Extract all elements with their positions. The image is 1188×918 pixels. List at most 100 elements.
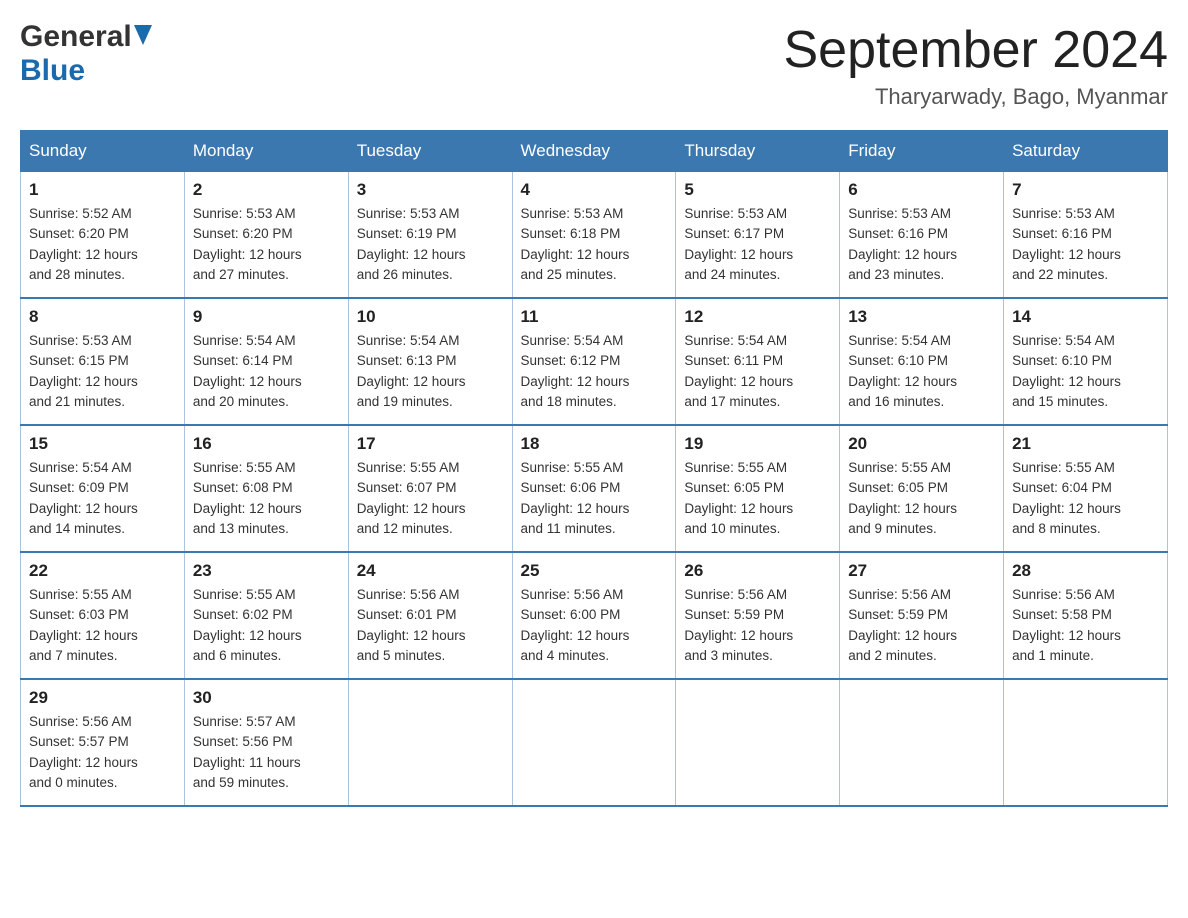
table-row: 1 Sunrise: 5:52 AM Sunset: 6:20 PM Dayli… [21,172,185,299]
day-number: 21 [1012,434,1159,454]
col-wednesday: Wednesday [512,131,676,172]
calendar-week-row: 1 Sunrise: 5:52 AM Sunset: 6:20 PM Dayli… [21,172,1168,299]
table-row: 11 Sunrise: 5:54 AM Sunset: 6:12 PM Dayl… [512,298,676,425]
day-number: 27 [848,561,995,581]
table-row [676,679,840,806]
day-info: Sunrise: 5:55 AM Sunset: 6:02 PM Dayligh… [193,585,340,666]
day-info: Sunrise: 5:54 AM Sunset: 6:14 PM Dayligh… [193,331,340,412]
calendar-header-row: Sunday Monday Tuesday Wednesday Thursday… [21,131,1168,172]
month-title: September 2024 [784,20,1169,80]
table-row: 10 Sunrise: 5:54 AM Sunset: 6:13 PM Dayl… [348,298,512,425]
day-number: 8 [29,307,176,327]
table-row [1004,679,1168,806]
day-info: Sunrise: 5:55 AM Sunset: 6:03 PM Dayligh… [29,585,176,666]
day-number: 3 [357,180,504,200]
day-info: Sunrise: 5:53 AM Sunset: 6:20 PM Dayligh… [193,204,340,285]
calendar-week-row: 15 Sunrise: 5:54 AM Sunset: 6:09 PM Dayl… [21,425,1168,552]
day-info: Sunrise: 5:54 AM Sunset: 6:13 PM Dayligh… [357,331,504,412]
day-number: 17 [357,434,504,454]
col-thursday: Thursday [676,131,840,172]
day-info: Sunrise: 5:53 AM Sunset: 6:18 PM Dayligh… [521,204,668,285]
day-info: Sunrise: 5:55 AM Sunset: 6:05 PM Dayligh… [684,458,831,539]
day-number: 10 [357,307,504,327]
col-tuesday: Tuesday [348,131,512,172]
day-info: Sunrise: 5:53 AM Sunset: 6:15 PM Dayligh… [29,331,176,412]
day-number: 26 [684,561,831,581]
table-row [840,679,1004,806]
day-number: 19 [684,434,831,454]
day-info: Sunrise: 5:54 AM Sunset: 6:11 PM Dayligh… [684,331,831,412]
day-info: Sunrise: 5:55 AM Sunset: 6:08 PM Dayligh… [193,458,340,539]
logo-arrow-icon [134,25,152,50]
table-row [512,679,676,806]
table-row: 22 Sunrise: 5:55 AM Sunset: 6:03 PM Dayl… [21,552,185,679]
day-info: Sunrise: 5:54 AM Sunset: 6:09 PM Dayligh… [29,458,176,539]
col-monday: Monday [184,131,348,172]
table-row: 15 Sunrise: 5:54 AM Sunset: 6:09 PM Dayl… [21,425,185,552]
table-row: 6 Sunrise: 5:53 AM Sunset: 6:16 PM Dayli… [840,172,1004,299]
day-info: Sunrise: 5:55 AM Sunset: 6:07 PM Dayligh… [357,458,504,539]
calendar-week-row: 8 Sunrise: 5:53 AM Sunset: 6:15 PM Dayli… [21,298,1168,425]
table-row: 9 Sunrise: 5:54 AM Sunset: 6:14 PM Dayli… [184,298,348,425]
location-subtitle: Tharyarwady, Bago, Myanmar [784,84,1169,110]
title-area: September 2024 Tharyarwady, Bago, Myanma… [784,20,1169,110]
day-number: 16 [193,434,340,454]
page-header: General Blue September 2024 Tharyarwady,… [20,20,1168,110]
day-number: 6 [848,180,995,200]
day-number: 5 [684,180,831,200]
day-info: Sunrise: 5:54 AM Sunset: 6:10 PM Dayligh… [1012,331,1159,412]
day-number: 12 [684,307,831,327]
table-row: 2 Sunrise: 5:53 AM Sunset: 6:20 PM Dayli… [184,172,348,299]
table-row: 3 Sunrise: 5:53 AM Sunset: 6:19 PM Dayli… [348,172,512,299]
day-number: 22 [29,561,176,581]
day-number: 23 [193,561,340,581]
table-row: 27 Sunrise: 5:56 AM Sunset: 5:59 PM Dayl… [840,552,1004,679]
table-row: 28 Sunrise: 5:56 AM Sunset: 5:58 PM Dayl… [1004,552,1168,679]
table-row: 5 Sunrise: 5:53 AM Sunset: 6:17 PM Dayli… [676,172,840,299]
calendar-table: Sunday Monday Tuesday Wednesday Thursday… [20,130,1168,807]
day-number: 4 [521,180,668,200]
day-info: Sunrise: 5:55 AM Sunset: 6:05 PM Dayligh… [848,458,995,539]
day-number: 20 [848,434,995,454]
table-row: 7 Sunrise: 5:53 AM Sunset: 6:16 PM Dayli… [1004,172,1168,299]
day-info: Sunrise: 5:53 AM Sunset: 6:17 PM Dayligh… [684,204,831,285]
day-number: 11 [521,307,668,327]
table-row: 16 Sunrise: 5:55 AM Sunset: 6:08 PM Dayl… [184,425,348,552]
day-number: 13 [848,307,995,327]
day-info: Sunrise: 5:56 AM Sunset: 5:59 PM Dayligh… [848,585,995,666]
day-number: 7 [1012,180,1159,200]
day-info: Sunrise: 5:56 AM Sunset: 5:58 PM Dayligh… [1012,585,1159,666]
day-number: 25 [521,561,668,581]
day-number: 1 [29,180,176,200]
day-info: Sunrise: 5:56 AM Sunset: 5:59 PM Dayligh… [684,585,831,666]
day-info: Sunrise: 5:56 AM Sunset: 6:00 PM Dayligh… [521,585,668,666]
day-info: Sunrise: 5:55 AM Sunset: 6:06 PM Dayligh… [521,458,668,539]
calendar-week-row: 29 Sunrise: 5:56 AM Sunset: 5:57 PM Dayl… [21,679,1168,806]
table-row: 21 Sunrise: 5:55 AM Sunset: 6:04 PM Dayl… [1004,425,1168,552]
day-number: 9 [193,307,340,327]
table-row [348,679,512,806]
logo-general: General [20,20,132,54]
col-sunday: Sunday [21,131,185,172]
day-info: Sunrise: 5:54 AM Sunset: 6:10 PM Dayligh… [848,331,995,412]
day-info: Sunrise: 5:53 AM Sunset: 6:16 PM Dayligh… [848,204,995,285]
day-number: 2 [193,180,340,200]
day-info: Sunrise: 5:55 AM Sunset: 6:04 PM Dayligh… [1012,458,1159,539]
day-number: 29 [29,688,176,708]
table-row: 17 Sunrise: 5:55 AM Sunset: 6:07 PM Dayl… [348,425,512,552]
day-number: 15 [29,434,176,454]
table-row: 23 Sunrise: 5:55 AM Sunset: 6:02 PM Dayl… [184,552,348,679]
table-row: 12 Sunrise: 5:54 AM Sunset: 6:11 PM Dayl… [676,298,840,425]
calendar-week-row: 22 Sunrise: 5:55 AM Sunset: 6:03 PM Dayl… [21,552,1168,679]
table-row: 13 Sunrise: 5:54 AM Sunset: 6:10 PM Dayl… [840,298,1004,425]
table-row: 24 Sunrise: 5:56 AM Sunset: 6:01 PM Dayl… [348,552,512,679]
logo: General Blue [20,20,154,88]
day-number: 24 [357,561,504,581]
table-row: 26 Sunrise: 5:56 AM Sunset: 5:59 PM Dayl… [676,552,840,679]
table-row: 4 Sunrise: 5:53 AM Sunset: 6:18 PM Dayli… [512,172,676,299]
day-number: 28 [1012,561,1159,581]
table-row: 30 Sunrise: 5:57 AM Sunset: 5:56 PM Dayl… [184,679,348,806]
logo-blue: Blue [20,54,85,87]
day-info: Sunrise: 5:56 AM Sunset: 6:01 PM Dayligh… [357,585,504,666]
day-info: Sunrise: 5:54 AM Sunset: 6:12 PM Dayligh… [521,331,668,412]
